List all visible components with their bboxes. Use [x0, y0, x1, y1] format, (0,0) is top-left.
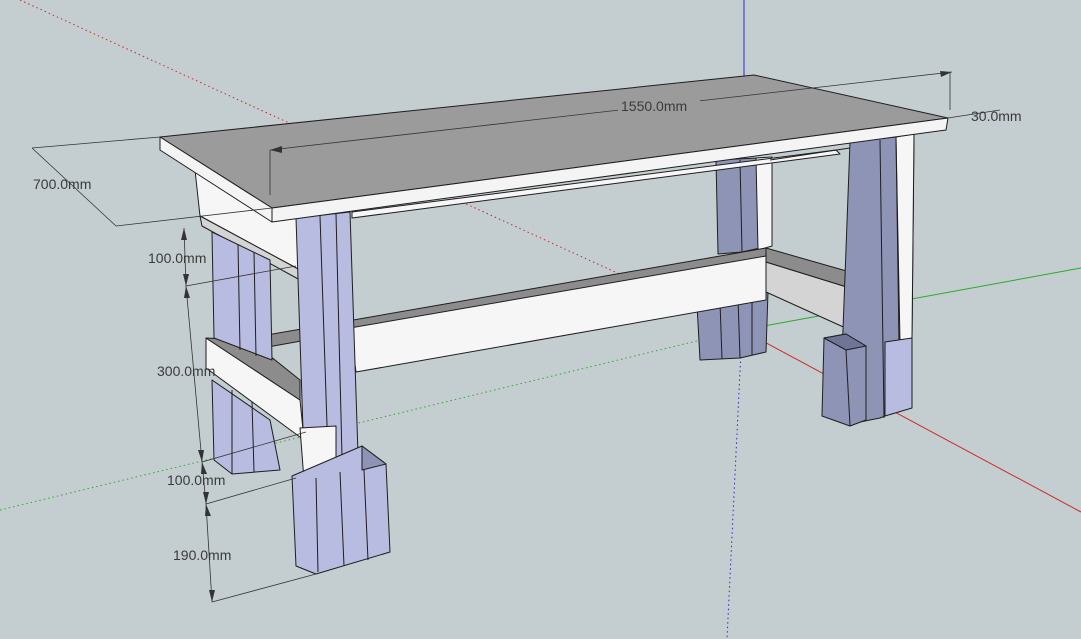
leg-span-label[interactable]: 300.0mm: [157, 363, 215, 379]
stretcher-label[interactable]: 100.0mm: [167, 472, 225, 488]
length-label[interactable]: 1550.0mm: [621, 98, 687, 114]
front-left-leg[interactable]: [291, 211, 391, 575]
workbench-model-scene[interactable]: 1550.0mm 30.0mm 700.0mm 100.0mm 300.0mm …: [0, 0, 1081, 639]
depth-label[interactable]: 700.0mm: [33, 176, 91, 192]
apron-label[interactable]: 100.0mm: [148, 250, 206, 266]
model-viewport[interactable]: 1550.0mm 30.0mm 700.0mm 100.0mm 300.0mm …: [0, 0, 1081, 639]
thickness-label[interactable]: 30.0mm: [971, 108, 1022, 124]
foot-label[interactable]: 190.0mm: [173, 547, 231, 563]
blue-axis-dotted: [726, 329, 743, 639]
